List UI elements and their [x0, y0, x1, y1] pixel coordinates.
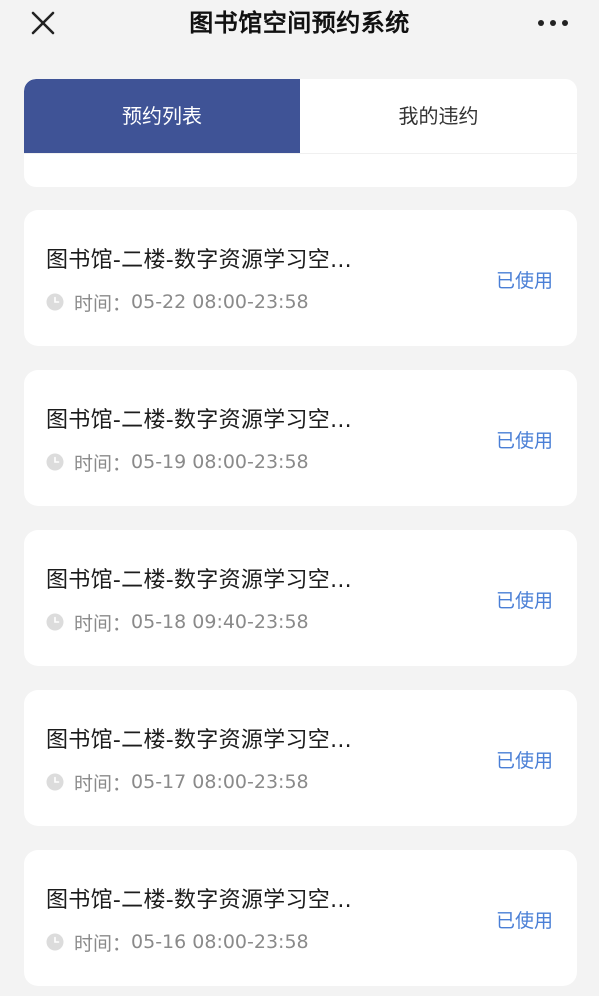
- more-button[interactable]: [533, 8, 573, 38]
- reservation-card[interactable]: 图书馆-二楼-数字资源学习空... 时间： 05-16 08:00-23:58 …: [24, 850, 577, 986]
- time-value: 05-17 08:00-23:58: [131, 771, 309, 793]
- more-icon: [538, 20, 568, 26]
- reservation-card[interactable]: 图书馆-二楼-数字资源学习空... 时间： 05-17 08:00-23:58 …: [24, 690, 577, 826]
- page-title: 图书馆空间预约系统: [189, 9, 410, 37]
- status-badge: 已使用: [495, 910, 553, 932]
- reservation-title: 图书馆-二楼-数字资源学习空...: [46, 728, 352, 753]
- reservation-card[interactable]: 图书馆-二楼-数字资源学习空... 时间： 05-18 09:40-23:58 …: [24, 530, 577, 666]
- time-value: 05-18 09:40-23:58: [131, 611, 309, 633]
- tab-my-violations[interactable]: 我的违约: [300, 79, 577, 153]
- time-value: 05-19 08:00-23:58: [131, 451, 309, 473]
- tabs-card: 预约列表 我的违约: [24, 79, 577, 187]
- tab-reservation-list[interactable]: 预约列表: [24, 79, 300, 153]
- status-badge: 已使用: [495, 590, 553, 612]
- time-label: 时间：: [74, 452, 132, 475]
- tabs-divider: [24, 153, 577, 154]
- time-value: 05-22 08:00-23:58: [131, 291, 309, 313]
- status-badge: 已使用: [495, 270, 553, 292]
- title-bar: 图书馆空间预约系统: [0, 0, 599, 52]
- clock-icon: [46, 453, 64, 471]
- reservation-time-row: 时间： 05-17 08:00-23:58: [46, 770, 309, 795]
- reservation-title: 图书馆-二楼-数字资源学习空...: [46, 888, 352, 913]
- reservation-title: 图书馆-二楼-数字资源学习空...: [46, 248, 352, 273]
- time-label: 时间：: [74, 612, 132, 635]
- time-label: 时间：: [74, 292, 132, 315]
- page: 图书馆空间预约系统 预约列表 我的违约 图书馆-二楼-数字资源学习空... 时间…: [0, 0, 599, 996]
- reservation-title: 图书馆-二楼-数字资源学习空...: [46, 568, 352, 593]
- clock-icon: [46, 613, 64, 631]
- reservation-time-row: 时间： 05-18 09:40-23:58: [46, 610, 309, 635]
- time-label: 时间：: [74, 932, 132, 955]
- reservation-card[interactable]: 图书馆-二楼-数字资源学习空... 时间： 05-19 08:00-23:58 …: [24, 370, 577, 506]
- reservation-time-row: 时间： 05-19 08:00-23:58: [46, 450, 309, 475]
- reservation-time-row: 时间： 05-22 08:00-23:58: [46, 290, 309, 315]
- time-value: 05-16 08:00-23:58: [131, 931, 309, 953]
- status-badge: 已使用: [495, 750, 553, 772]
- clock-icon: [46, 933, 64, 951]
- clock-icon: [46, 293, 64, 311]
- status-badge: 已使用: [495, 430, 553, 452]
- reservation-title: 图书馆-二楼-数字资源学习空...: [46, 408, 352, 433]
- reservation-time-row: 时间： 05-16 08:00-23:58: [46, 930, 309, 955]
- clock-icon: [46, 773, 64, 791]
- reservation-card[interactable]: 图书馆-二楼-数字资源学习空... 时间： 05-22 08:00-23:58 …: [24, 210, 577, 346]
- time-label: 时间：: [74, 772, 132, 795]
